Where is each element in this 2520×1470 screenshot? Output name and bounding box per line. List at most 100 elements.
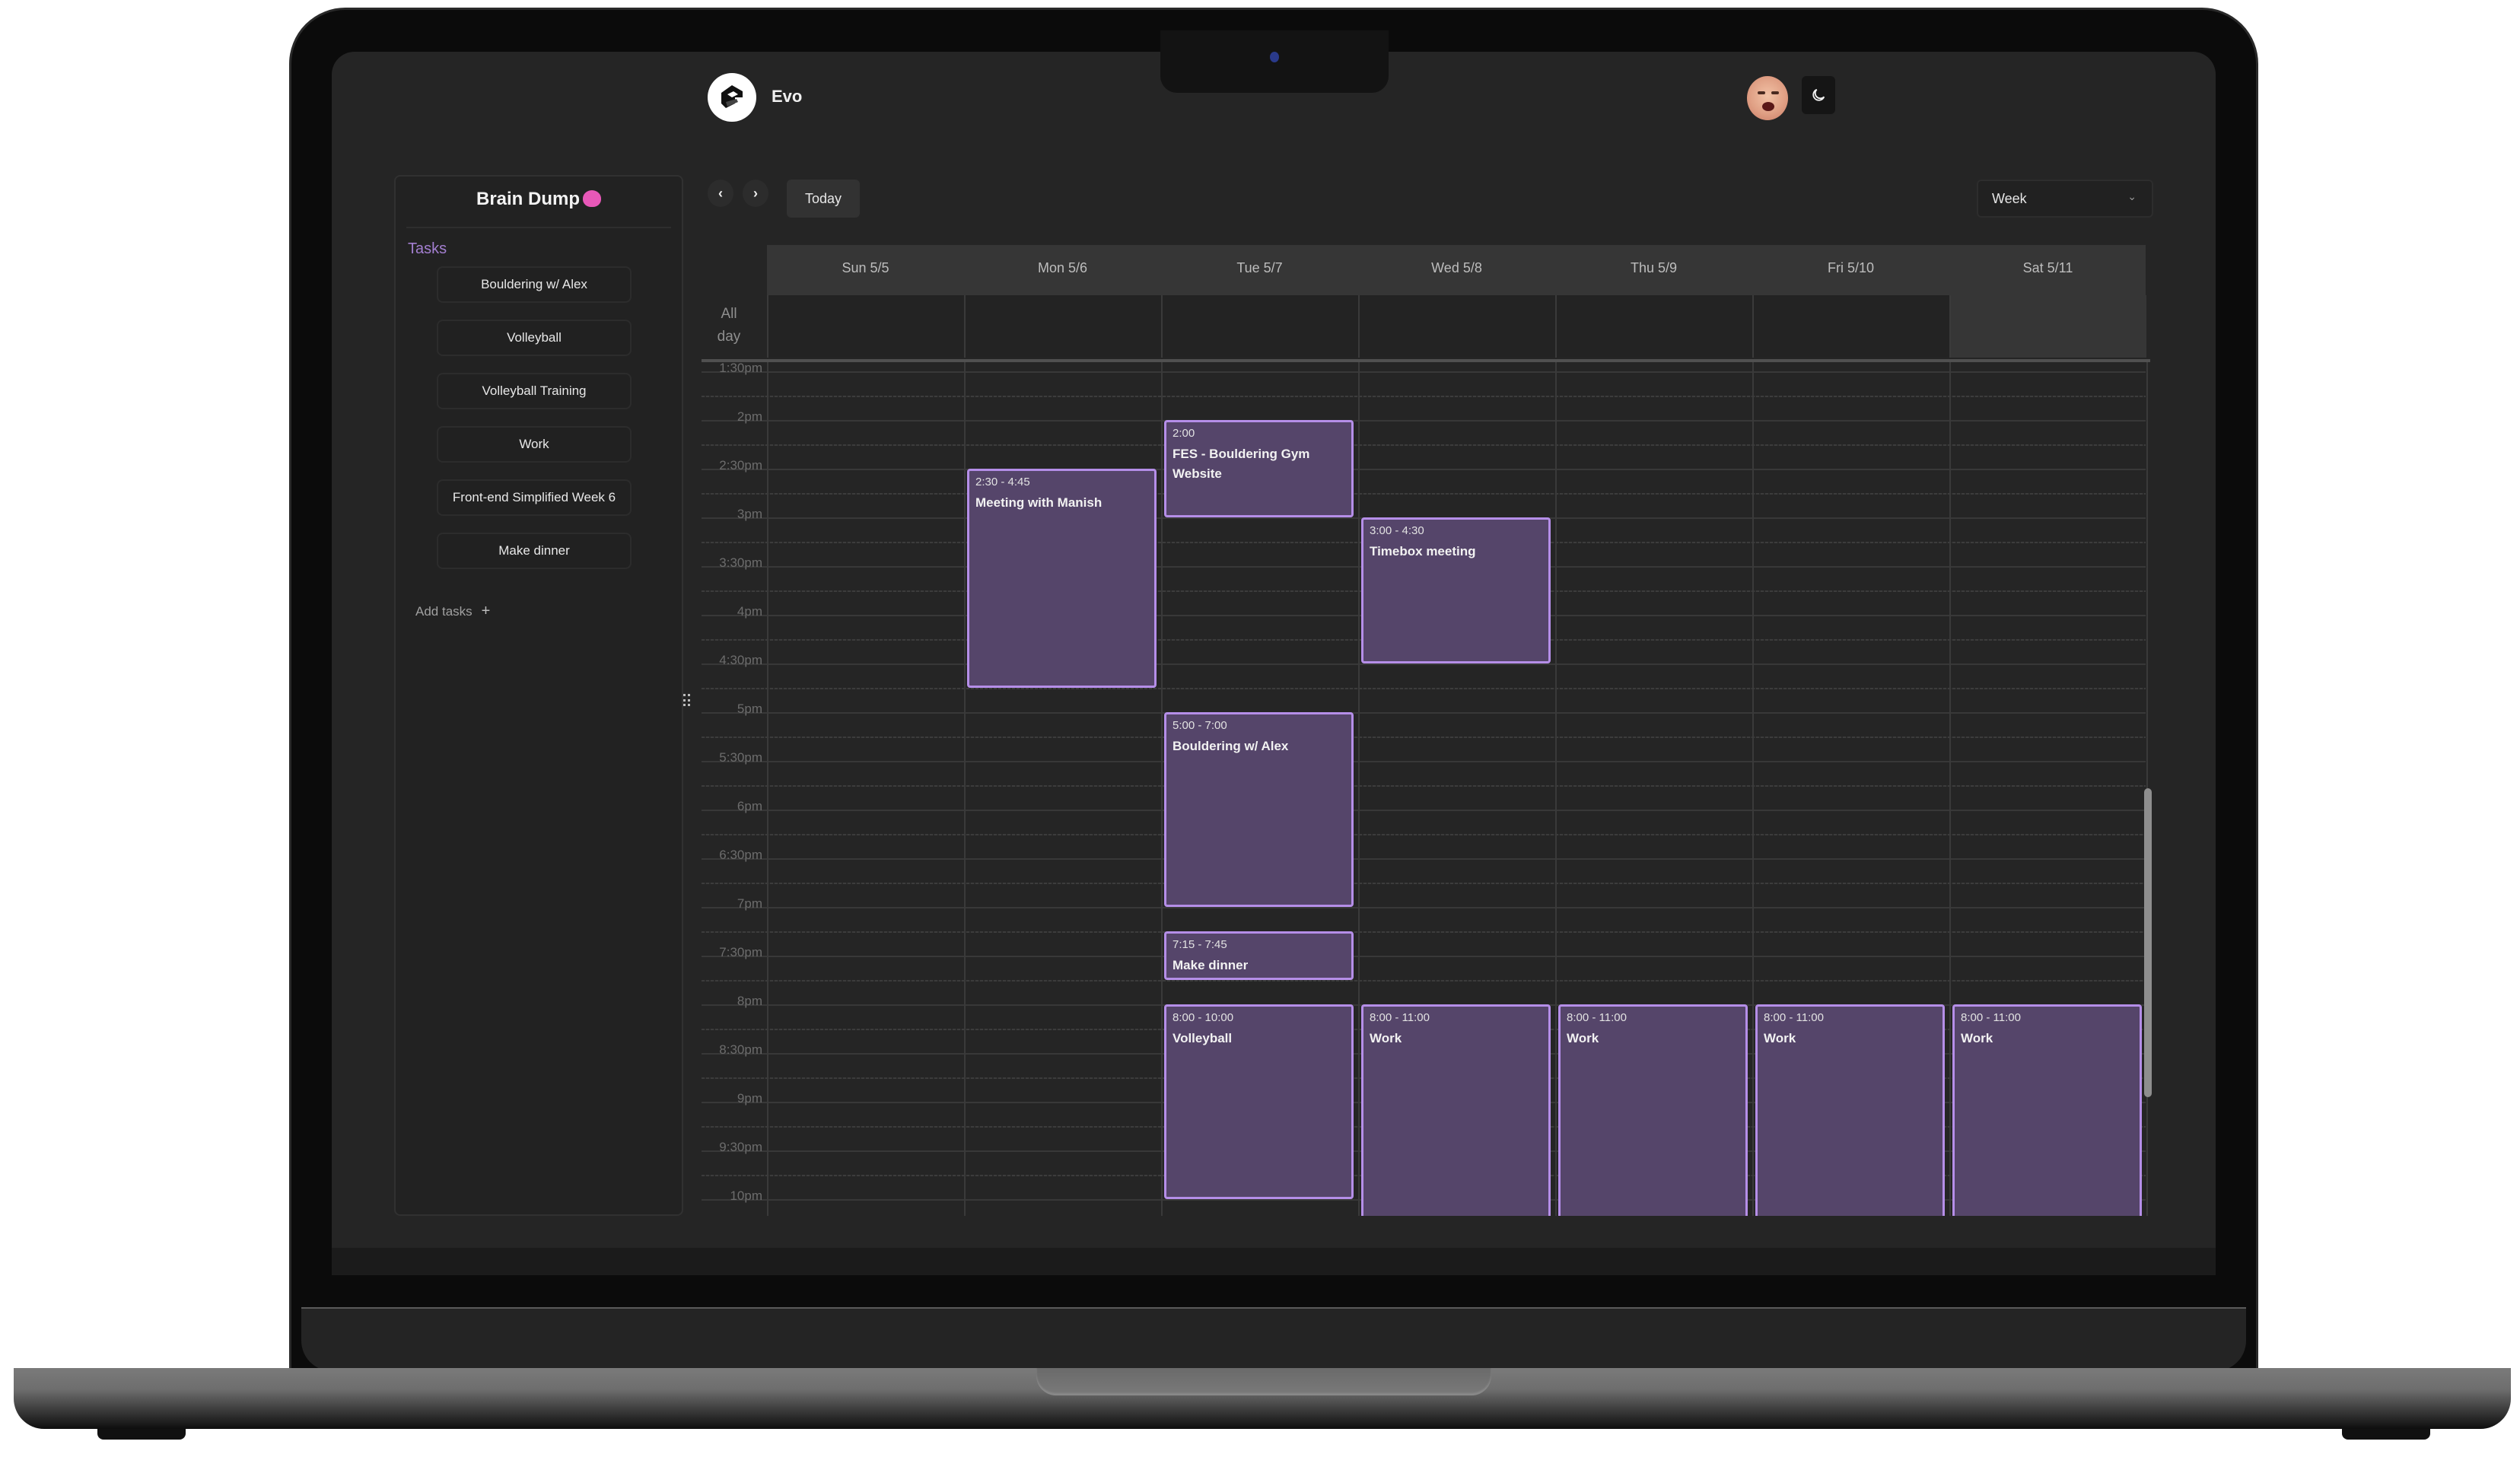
- laptop-base-notch: [1036, 1368, 1491, 1395]
- event-time: 8:00 - 11:00: [1764, 1011, 1824, 1024]
- all-day-cell[interactable]: [1752, 295, 1949, 358]
- grid-line: [702, 469, 2146, 470]
- theme-toggle-button[interactable]: [1802, 76, 1835, 114]
- chevron-left-icon: ‹: [718, 185, 723, 201]
- grid-line: [702, 663, 2146, 665]
- calendar-event[interactable]: 8:00 - 10:00 Volleyball: [1164, 1004, 1354, 1199]
- grid-line: [702, 956, 2146, 957]
- grid-line: [702, 834, 2146, 835]
- day-header[interactable]: Sun 5/5: [767, 260, 964, 276]
- task-item[interactable]: Volleyball: [437, 320, 632, 356]
- evocal-logo-icon[interactable]: [708, 73, 756, 122]
- all-day-label: All day: [702, 303, 756, 348]
- moon-icon: [1812, 88, 1825, 101]
- screen-bottom-edge: [332, 1248, 2216, 1275]
- time-label: 3:30pm: [719, 555, 762, 570]
- calendar-event[interactable]: 8:00 - 11:00 Work: [1952, 1004, 2142, 1216]
- divider: [406, 227, 671, 228]
- brand-name: EvoCal: [772, 87, 1167, 299]
- event-title: Meeting with Manish: [975, 495, 1102, 510]
- grid-line: [702, 785, 2146, 787]
- event-title: Work: [1370, 1031, 1402, 1045]
- calendar-event[interactable]: 3:00 - 4:30 Timebox meeting: [1361, 517, 1551, 663]
- grid-line: [702, 420, 2146, 422]
- all-day-label-line1: All: [721, 306, 737, 322]
- calendar-event[interactable]: 8:00 - 11:00 Work: [1361, 1004, 1551, 1216]
- evocal-app: EvoCal Brain Dump Tasks Bouldering w/ Al…: [332, 52, 2216, 1248]
- add-tasks-button[interactable]: Add tasks +: [415, 603, 490, 620]
- day-header[interactable]: Tue 5/7: [1161, 260, 1358, 276]
- day-header[interactable]: Sat 5/11: [1949, 260, 2146, 276]
- day-header[interactable]: Fri 5/10: [1752, 260, 1949, 276]
- all-day-row: All day: [702, 295, 2150, 359]
- grid-line: [702, 737, 2146, 738]
- event-time: 3:00 - 4:30: [1370, 524, 1424, 537]
- all-day-cell[interactable]: [767, 295, 964, 358]
- resize-handle[interactable]: [683, 694, 691, 708]
- task-item[interactable]: Bouldering w/ Alex: [437, 266, 632, 303]
- grid-scrollbar[interactable]: [2144, 788, 2152, 1097]
- all-day-cell[interactable]: [1555, 295, 1752, 358]
- grid-line: [702, 761, 2146, 762]
- time-label: 2pm: [737, 409, 762, 424]
- event-time: 7:15 - 7:45: [1172, 938, 1227, 951]
- brain-dump-title-text: Brain Dump: [476, 189, 580, 209]
- add-tasks-label: Add tasks: [415, 604, 473, 619]
- event-title: Volleyball: [1172, 1031, 1233, 1045]
- brain-dump-panel: Brain Dump Tasks Bouldering w/ Alex Voll…: [394, 175, 690, 1216]
- view-select[interactable]: Week ⌄: [1977, 180, 2153, 218]
- event-title: Work: [1961, 1031, 1993, 1045]
- event-time: 2:00: [1172, 427, 1195, 440]
- calendar-event[interactable]: 7:15 - 7:45 Make dinner: [1164, 931, 1354, 980]
- all-day-cell[interactable]: [964, 295, 1161, 358]
- grid-line: [702, 444, 2146, 446]
- time-label: 4:30pm: [719, 653, 762, 667]
- time-label: 6:30pm: [719, 848, 762, 862]
- time-label: 1:30pm: [719, 361, 762, 375]
- calendar-event[interactable]: 2:30 - 4:45 Meeting with Manish: [967, 469, 1157, 688]
- day-header[interactable]: Thu 5/9: [1555, 260, 1752, 276]
- event-title: Bouldering w/ Alex: [1172, 739, 1289, 753]
- task-item[interactable]: Make dinner: [437, 533, 632, 569]
- task-item[interactable]: Volleyball Training: [437, 373, 632, 409]
- time-label: 10pm: [730, 1188, 762, 1203]
- all-day-cell[interactable]: [1949, 295, 2146, 358]
- chevron-down-icon: ⌄: [2127, 190, 2137, 202]
- day-header[interactable]: Mon 5/6: [964, 260, 1161, 276]
- time-label: 2:30pm: [719, 458, 762, 473]
- event-time: 2:30 - 4:45: [975, 476, 1030, 488]
- day-column-divider: [1161, 362, 1163, 1216]
- laptop-foot-left: [97, 1429, 186, 1440]
- time-label: 3pm: [737, 507, 762, 521]
- next-week-button[interactable]: ›: [743, 180, 768, 207]
- all-day-cell[interactable]: [1358, 295, 1555, 358]
- grid-line: [702, 371, 2146, 373]
- event-time: 5:00 - 7:00: [1172, 719, 1227, 732]
- brain-dump-title: Brain Dump: [396, 189, 682, 210]
- grid-line: [702, 493, 2146, 495]
- all-day-label-line2: day: [717, 329, 741, 345]
- time-grid[interactable]: 1:30pm 2pm 2:30pm 3pm 3:30pm 4pm 4:30pm 5pm 5:30…: [702, 361, 2152, 1216]
- day-column-divider: [1555, 362, 1557, 1216]
- time-label: 5:30pm: [719, 750, 762, 765]
- calendar-event[interactable]: 8:00 - 11:00 Work: [1558, 1004, 1748, 1216]
- event-title: FES - Bouldering Gym Website: [1172, 447, 1310, 481]
- calendar-event[interactable]: 5:00 - 7:00 Bouldering w/ Alex: [1164, 712, 1354, 907]
- event-time: 8:00 - 11:00: [1370, 1011, 1430, 1024]
- calendar-event[interactable]: 8:00 - 11:00 Work: [1755, 1004, 1945, 1216]
- time-label: 6pm: [737, 799, 762, 813]
- user-avatar[interactable]: [1747, 76, 1788, 120]
- task-item[interactable]: Work: [437, 426, 632, 463]
- all-day-cell[interactable]: [1161, 295, 1358, 358]
- calendar-event[interactable]: 2:00 FES - Bouldering Gym Website: [1164, 420, 1354, 517]
- day-header[interactable]: Wed 5/8: [1358, 260, 1555, 276]
- laptop-lid-bottom-bezel: [301, 1307, 2246, 1371]
- task-item[interactable]: Front-end Simplified Week 6: [437, 479, 632, 516]
- day-column-divider: [1358, 362, 1360, 1216]
- today-button[interactable]: Today: [787, 180, 860, 218]
- screen: EvoCal Brain Dump Tasks Bouldering w/ Al…: [332, 52, 2216, 1248]
- brain-icon: [583, 190, 601, 207]
- time-label: 8pm: [737, 994, 762, 1008]
- prev-week-button[interactable]: ‹: [708, 180, 733, 207]
- time-label: 7:30pm: [719, 945, 762, 959]
